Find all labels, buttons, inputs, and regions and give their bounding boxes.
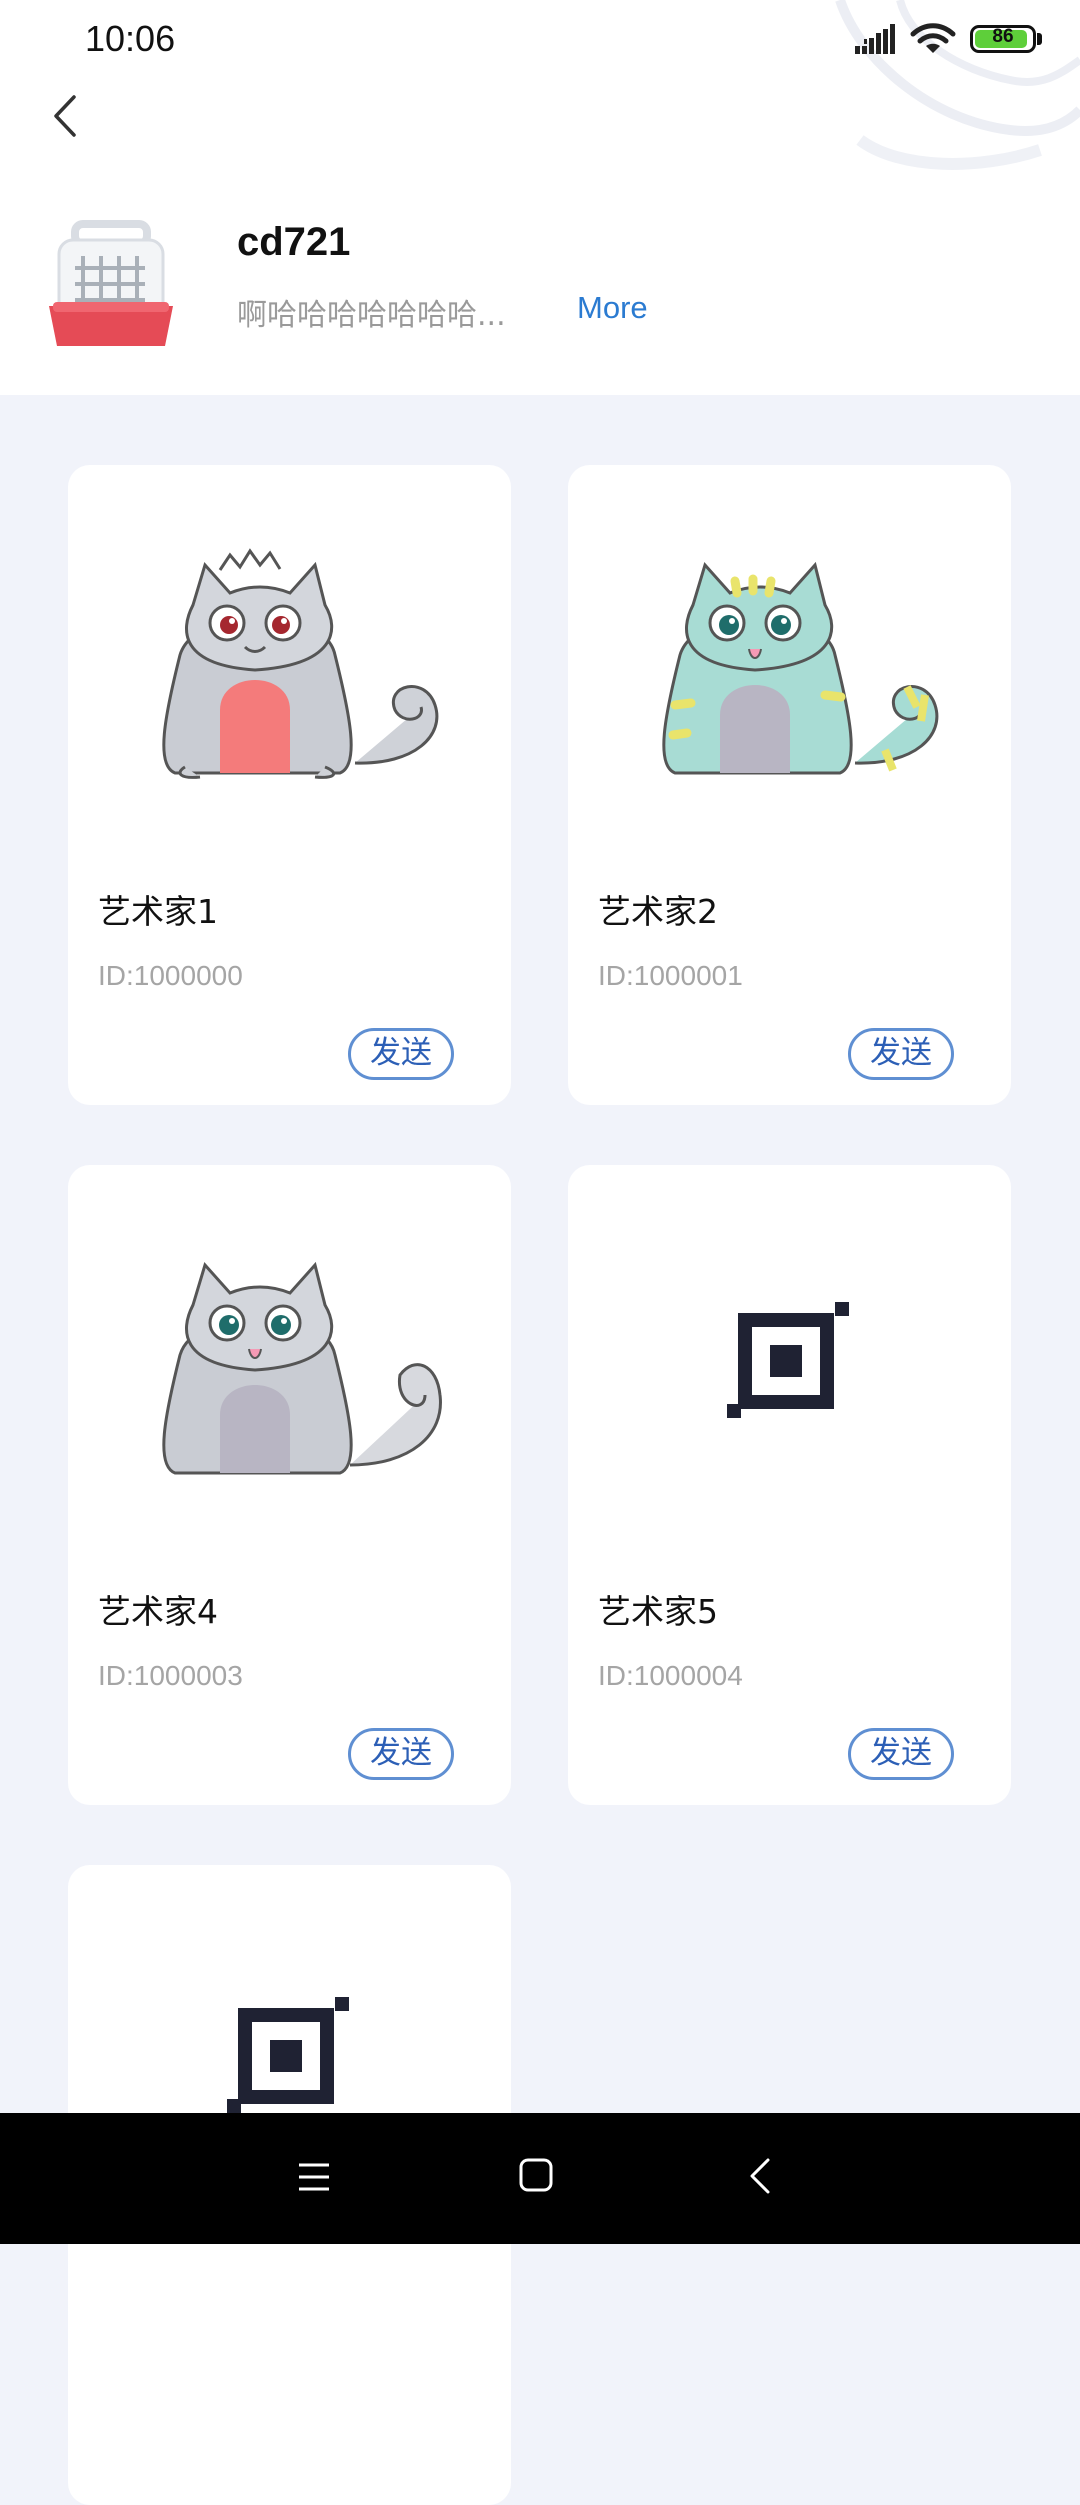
item-title: 艺术家4 (98, 1592, 218, 1631)
placeholder-logo-icon (726, 1302, 849, 1418)
teal-striped-cat (661, 561, 938, 775)
item-card[interactable]: 艺术家1 ID:1000000 发送 (68, 465, 511, 1105)
shop-name: cd721 (237, 220, 351, 264)
wifi-icon (910, 23, 956, 53)
item-image (68, 1985, 511, 2125)
back-button[interactable] (40, 80, 100, 150)
item-id: ID:1000003 (98, 1660, 243, 1691)
item-card[interactable]: 艺术家5 ID:1000004 发送 (568, 1165, 1011, 1805)
item-card[interactable]: 艺术家4 ID:1000003 发送 (68, 1165, 511, 1805)
status-time: 10:06 (85, 18, 176, 59)
item-card[interactable]: 艺术家2 ID:1000001 发送 (568, 465, 1011, 1105)
item-title: 艺术家1 (98, 892, 218, 931)
status-bar: 10:06 86 (0, 0, 1080, 84)
pet-carrier-icon (49, 220, 173, 346)
item-id: ID:1000004 (598, 1660, 743, 1691)
placeholder-logo-icon (226, 1997, 349, 2113)
battery-tip (1037, 33, 1042, 45)
back-icon[interactable] (748, 2157, 772, 2195)
send-button[interactable]: 发送 (848, 1028, 954, 1080)
item-id: ID:1000001 (598, 960, 743, 991)
grey-cat-red-eyes (161, 548, 438, 779)
item-title: 艺术家2 (598, 892, 718, 931)
item-image (68, 525, 511, 795)
battery-icon: 86 (970, 25, 1036, 53)
home-icon[interactable] (519, 2158, 553, 2192)
more-link[interactable]: More (577, 290, 648, 326)
chevron-left-icon (54, 95, 76, 137)
item-image (568, 1225, 1011, 1495)
item-id: ID:1000000 (98, 960, 243, 991)
send-button[interactable]: 发送 (348, 1728, 454, 1780)
menu-icon[interactable] (297, 2162, 331, 2192)
item-image (68, 1225, 511, 1495)
grey-cat (161, 1261, 442, 1475)
signal-icon (855, 24, 895, 54)
shop-description: 啊哈哈哈哈哈哈哈... (237, 298, 506, 333)
battery-level: 86 (992, 26, 1014, 47)
header-area: 10:06 86 cd721 啊哈哈哈哈哈哈哈... More (0, 0, 1080, 395)
navigation-bar (0, 2113, 1080, 2244)
item-image (568, 525, 1011, 795)
send-button[interactable]: 发送 (348, 1028, 454, 1080)
item-title: 艺术家5 (598, 1592, 718, 1631)
send-button[interactable]: 发送 (848, 1728, 954, 1780)
